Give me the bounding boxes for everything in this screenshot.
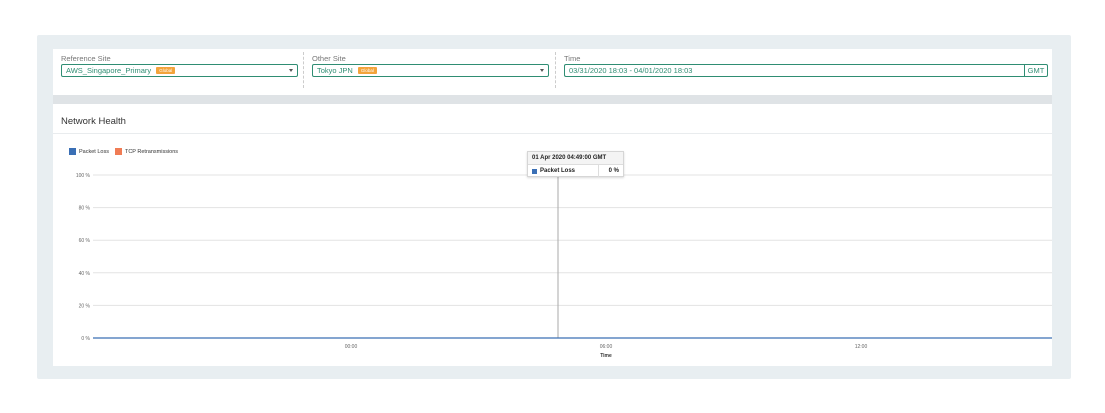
network-health-chart: 100 % 80 % 60 % 40 % 20 % 0 % 00:00 06:00 12:00 T… bbox=[76, 173, 1052, 359]
time-range-input[interactable]: 03/31/2020 18:03 - 04/01/2020 18:03 bbox=[564, 64, 1024, 77]
chevron-down-icon bbox=[540, 69, 544, 72]
y-tick-label: 80 % bbox=[79, 206, 91, 212]
other-site-label: Other Site bbox=[312, 54, 346, 63]
legend-swatch-tcp-retransmissions bbox=[114, 148, 122, 155]
other-site-global-badge: Global bbox=[357, 67, 377, 74]
reference-site-global-badge: Global bbox=[156, 67, 176, 74]
field-divider bbox=[303, 52, 304, 88]
legend-label-packet-loss: Packet Loss bbox=[79, 148, 109, 155]
x-tick-label: 00:00 bbox=[345, 344, 358, 350]
reference-site-select[interactable]: AWS_Singapore_Primary Global bbox=[61, 64, 298, 77]
x-axis-title: Time bbox=[600, 353, 612, 359]
timezone-button[interactable]: GMT bbox=[1024, 64, 1048, 77]
legend-item-packet-loss[interactable]: Packet Loss bbox=[69, 148, 109, 155]
y-tick-label: 40 % bbox=[79, 271, 91, 277]
tooltip-header: 01 Apr 2020 04:49:00 GMT bbox=[528, 152, 623, 165]
tooltip-swatch bbox=[532, 168, 537, 174]
network-health-panel: Network Health 100 % 80 % 60 % 40 % 20 % 0 % 0… bbox=[53, 104, 1052, 366]
other-site-value: Tokyo JPN bbox=[317, 66, 353, 75]
field-divider bbox=[555, 52, 556, 88]
x-tick-label: 12:00 bbox=[855, 344, 868, 350]
y-tick-label: 0 % bbox=[81, 336, 90, 342]
tooltip-series: Packet Loss bbox=[528, 165, 599, 177]
tooltip-value: 0 % bbox=[608, 168, 619, 174]
chart-tooltip: 01 Apr 2020 04:49:00 GMT Packet Loss 0 % bbox=[527, 151, 624, 177]
legend-swatch-packet-loss bbox=[69, 148, 76, 155]
chevron-down-icon bbox=[289, 69, 293, 72]
other-site-select[interactable]: Tokyo JPN Global bbox=[312, 64, 549, 77]
tooltip-row: Packet Loss 0 % bbox=[528, 165, 623, 177]
legend-item-tcp-retransmissions[interactable]: TCP Retransmissions bbox=[114, 148, 179, 155]
tooltip-series-name: Packet Loss bbox=[540, 168, 576, 174]
y-tick-label: 20 % bbox=[79, 303, 91, 309]
y-tick-label: 60 % bbox=[79, 238, 91, 244]
x-tick-label: 06:00 bbox=[600, 344, 613, 350]
section-separator bbox=[53, 95, 1052, 104]
reference-site-value: AWS_Singapore_Primary bbox=[66, 66, 152, 75]
filter-panel: Reference Site AWS_Singapore_Primary Glo… bbox=[53, 49, 1052, 95]
time-label: Time bbox=[564, 54, 581, 63]
legend-label-tcp-retransmissions: TCP Retransmissions bbox=[124, 148, 179, 155]
time-range-value: 03/31/2020 18:03 - 04/01/2020 18:03 bbox=[569, 66, 693, 75]
chart-legend: Packet Loss TCP Retransmissions bbox=[69, 148, 184, 155]
y-tick-label: 100 % bbox=[76, 173, 91, 179]
reference-site-label: Reference Site bbox=[61, 54, 111, 63]
